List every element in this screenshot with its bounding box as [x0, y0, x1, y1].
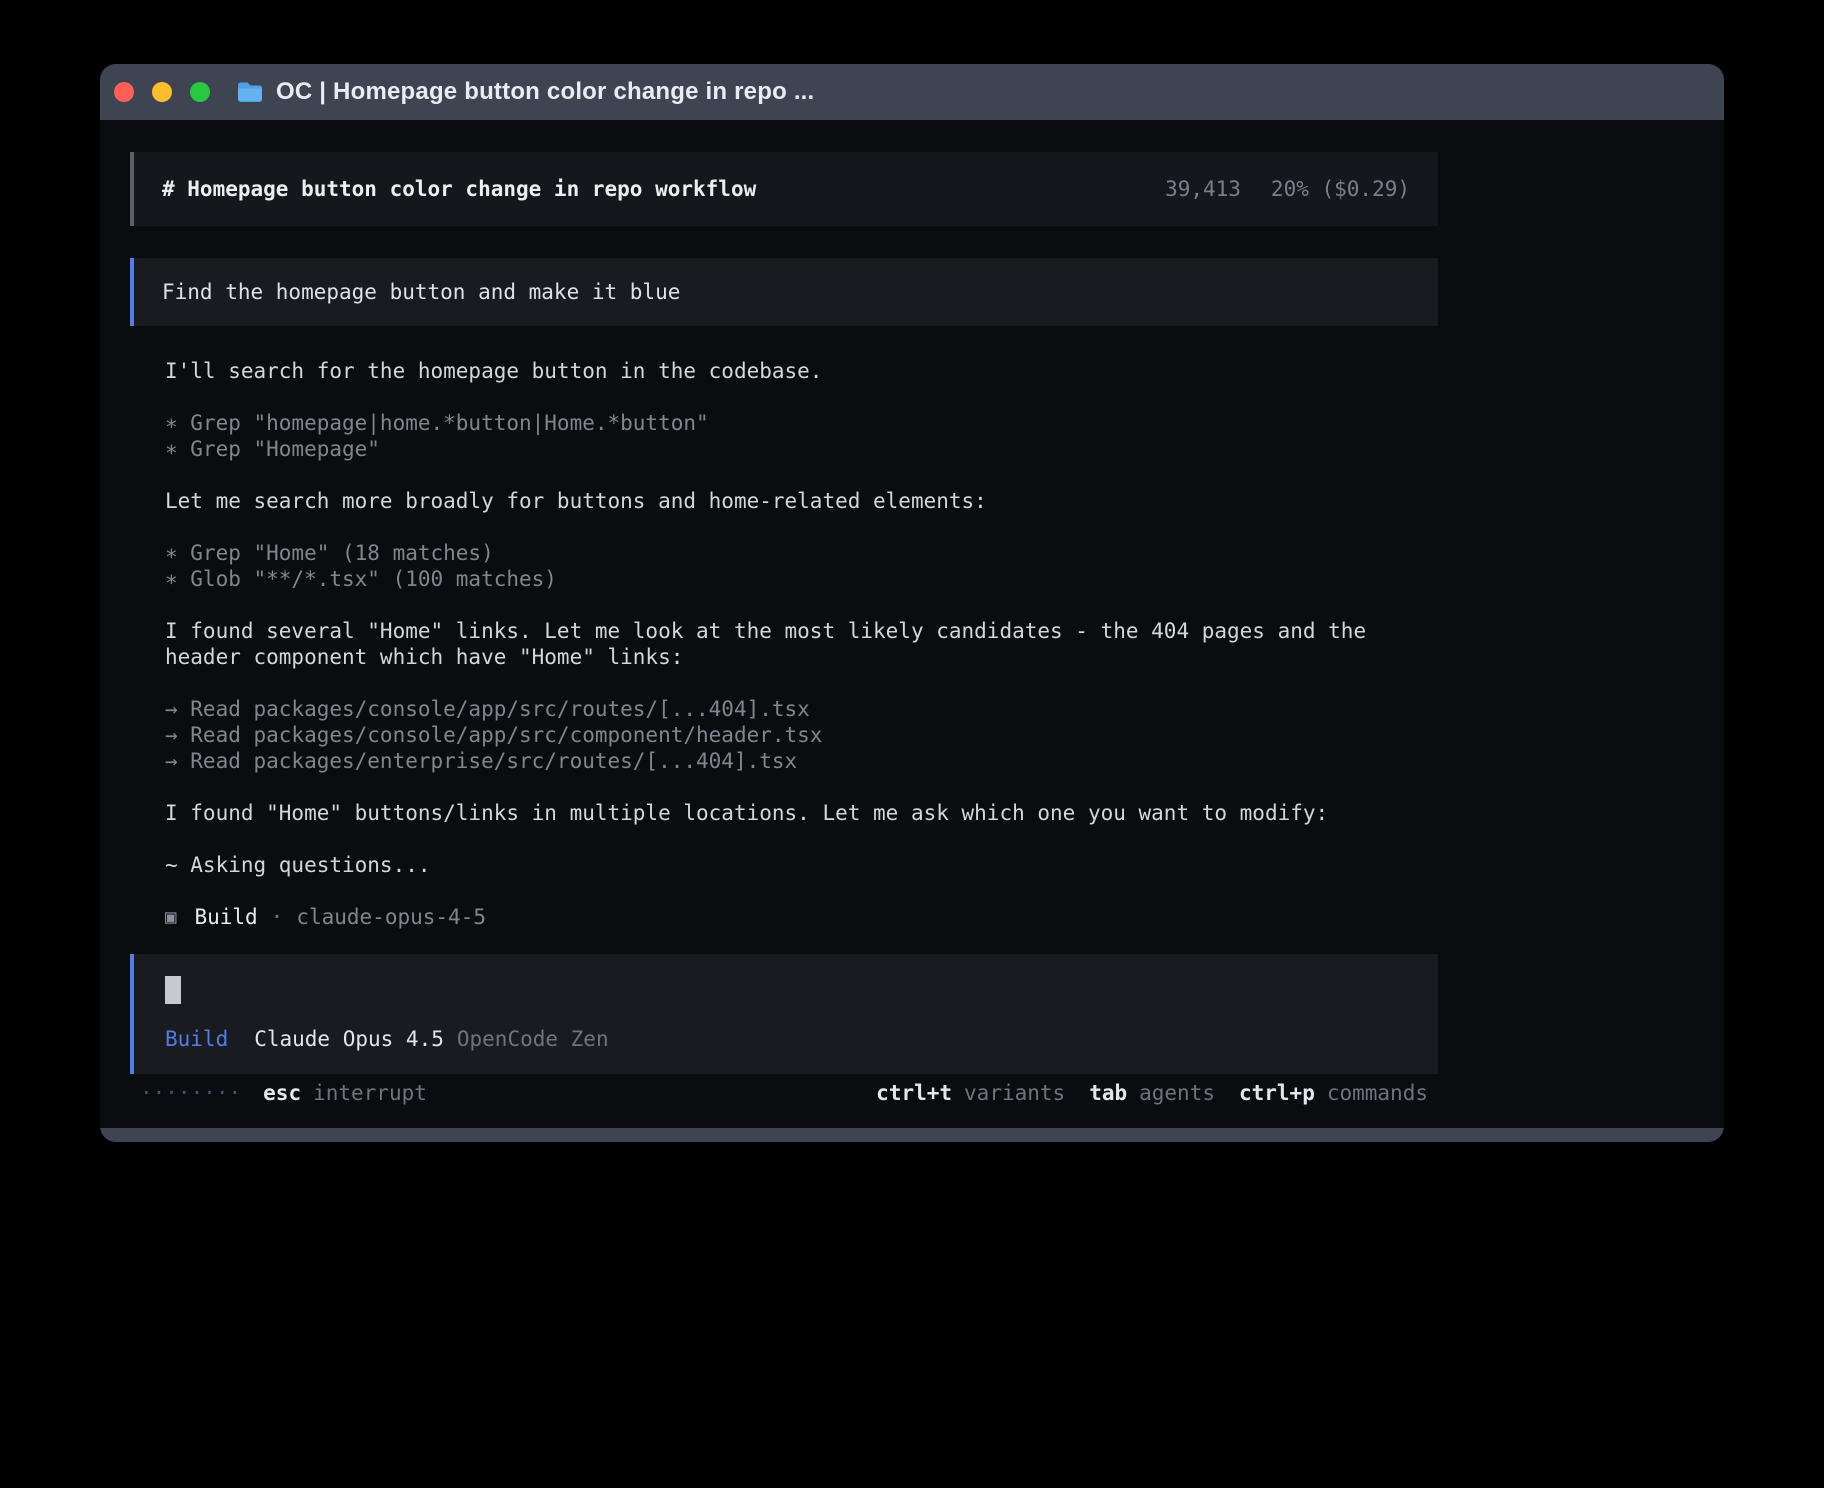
shortcut-label: agents [1139, 1080, 1215, 1106]
tool-call-line: → Read packages/console/app/src/routes/[… [165, 696, 1403, 722]
shortcut-variants: ctrl+t variants [876, 1080, 1065, 1106]
tool-call-group: ∗ Grep "Home" (18 matches) ∗ Glob "**/*.… [165, 540, 1403, 592]
assistant-text: I found "Home" buttons/links in multiple… [165, 800, 1403, 826]
assistant-status-text: ~ Asking questions... [165, 852, 1403, 878]
shortcut-key: ctrl+t [876, 1080, 952, 1106]
shortcut-label: commands [1327, 1080, 1428, 1106]
tool-call-line: ∗ Grep "Homepage" [165, 436, 1403, 462]
terminal-content: # Homepage button color change in repo w… [100, 120, 1724, 1128]
user-message-text: Find the homepage button and make it blu… [162, 280, 680, 304]
shortcut-commands: ctrl+p commands [1239, 1080, 1428, 1106]
agent-status-line: ▣ Build · claude-opus-4-5 [165, 904, 1403, 930]
session-title: # Homepage button color change in repo w… [162, 176, 756, 202]
terminal-window: OC | Homepage button color change in rep… [100, 64, 1724, 1142]
assistant-text: I'll search for the homepage button in t… [165, 358, 1403, 384]
zoom-button[interactable] [190, 82, 210, 102]
folder-icon [236, 80, 264, 104]
shortcut-key: ctrl+p [1239, 1080, 1315, 1106]
prompt-editor[interactable]: Build Claude Opus 4.5 OpenCode Zen [130, 954, 1438, 1074]
user-message: Find the homepage button and make it blu… [130, 258, 1438, 326]
assistant-text: Let me search more broadly for buttons a… [165, 488, 1403, 514]
traffic-lights [114, 82, 210, 102]
window-title: OC | Homepage button color change in rep… [276, 78, 814, 106]
agent-separator: · [271, 904, 284, 930]
tool-call-line: ∗ Glob "**/*.tsx" (100 matches) [165, 566, 1403, 592]
window-titlebar[interactable]: OC | Homepage button color change in rep… [100, 64, 1724, 120]
status-right: ctrl+t variants tab agents ctrl+p comman… [876, 1080, 1428, 1106]
editor-meta: Build Claude Opus 4.5 OpenCode Zen [165, 1026, 1407, 1052]
editor-model: Claude Opus 4.5 [254, 1026, 444, 1052]
tool-call-line: ∗ Grep "homepage|home.*button|Home.*butt… [165, 410, 1403, 436]
tool-call-group: → Read packages/console/app/src/routes/[… [165, 696, 1403, 774]
session-stats: 39,413 20% ($0.29) [1165, 176, 1410, 202]
shortcut-label: variants [964, 1080, 1065, 1106]
shortcut-label: interrupt [313, 1080, 427, 1106]
agent-model: claude-opus-4-5 [296, 904, 486, 930]
status-left: ········ esc interrupt [140, 1080, 427, 1106]
shortcut-agents: tab agents [1089, 1080, 1215, 1106]
editor-mode: Build [165, 1026, 228, 1052]
close-button[interactable] [114, 82, 134, 102]
spinner-dots: ········ [140, 1080, 241, 1106]
agent-name: Build [194, 904, 257, 930]
editor-provider: OpenCode Zen [457, 1026, 609, 1052]
text-cursor [165, 976, 181, 1004]
shortcut-key: tab [1089, 1080, 1127, 1106]
session-header: # Homepage button color change in repo w… [130, 152, 1438, 226]
tool-call-line: ∗ Grep "Home" (18 matches) [165, 540, 1403, 566]
shortcut-key: esc [263, 1080, 301, 1106]
agent-icon: ▣ [165, 904, 176, 930]
assistant-text: I found several "Home" links. Let me loo… [165, 618, 1403, 670]
tool-call-line: → Read packages/enterprise/src/routes/[.… [165, 748, 1403, 774]
tool-call-line: → Read packages/console/app/src/componen… [165, 722, 1403, 748]
context-cost: 20% ($0.29) [1271, 176, 1410, 202]
token-count: 39,413 [1165, 176, 1241, 202]
status-bar: ········ esc interrupt ctrl+t variants t… [130, 1080, 1438, 1106]
minimize-button[interactable] [152, 82, 172, 102]
shortcut-interrupt: esc interrupt [263, 1080, 427, 1106]
tool-call-group: ∗ Grep "homepage|home.*button|Home.*butt… [165, 410, 1403, 462]
assistant-response: I'll search for the homepage button in t… [130, 326, 1438, 930]
session-column: # Homepage button color change in repo w… [130, 152, 1438, 1106]
titlebar-title-group: OC | Homepage button color change in rep… [236, 78, 814, 106]
